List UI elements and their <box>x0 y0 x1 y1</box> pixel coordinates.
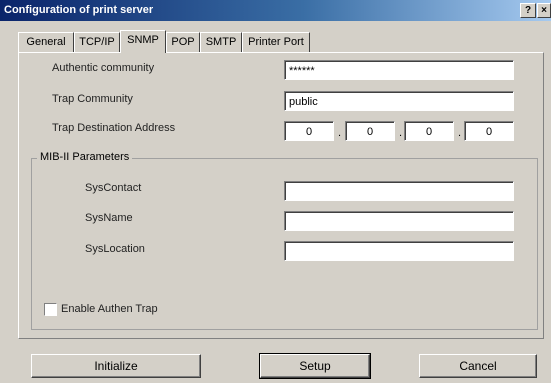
tab-tcpip[interactable]: TCP/IP <box>74 32 120 52</box>
trap-community-field[interactable]: public <box>284 91 514 111</box>
close-icon[interactable]: × <box>537 3 551 18</box>
mib-ii-group-title: MIB-II Parameters <box>37 151 133 163</box>
syscontact-field[interactable] <box>284 181 514 201</box>
enable-authen-trap-label[interactable]: Enable Authen Trap <box>61 303 158 315</box>
trap-destination-label: Trap Destination Address <box>52 122 176 134</box>
setup-button[interactable]: Setup <box>259 353 371 379</box>
tab-snmp[interactable]: SNMP <box>120 30 166 53</box>
tab-smtp[interactable]: SMTP <box>200 32 242 52</box>
help-icon[interactable]: ? <box>520 3 536 18</box>
tab-pop[interactable]: POP <box>166 32 200 52</box>
ip-separator: . <box>458 127 462 139</box>
syslocation-label: SysLocation <box>85 243 145 255</box>
window-title: Configuration of print server <box>4 4 154 16</box>
trap-ip-octet-3[interactable]: 0 <box>404 121 454 141</box>
authentic-community-field[interactable]: ****** <box>284 60 514 80</box>
trap-ip-octet-1[interactable]: 0 <box>284 121 334 141</box>
authentic-community-label: Authentic community <box>52 62 155 74</box>
title-bar: Configuration of print server ? × <box>0 0 551 21</box>
syslocation-field[interactable] <box>284 241 514 261</box>
sysname-label: SysName <box>85 212 133 224</box>
tab-printer-port[interactable]: Printer Port <box>242 32 310 52</box>
sysname-field[interactable] <box>284 211 514 231</box>
ip-separator: . <box>399 127 403 139</box>
syscontact-label: SysContact <box>85 182 142 194</box>
trap-community-label: Trap Community <box>52 93 133 105</box>
cancel-button[interactable]: Cancel <box>419 354 537 378</box>
enable-authen-trap-checkbox[interactable] <box>44 303 57 316</box>
trap-ip-octet-4[interactable]: 0 <box>464 121 514 141</box>
initialize-button[interactable]: Initialize <box>31 354 201 378</box>
tab-general[interactable]: General <box>18 32 74 52</box>
ip-separator: . <box>338 127 342 139</box>
trap-ip-octet-2[interactable]: 0 <box>345 121 395 141</box>
